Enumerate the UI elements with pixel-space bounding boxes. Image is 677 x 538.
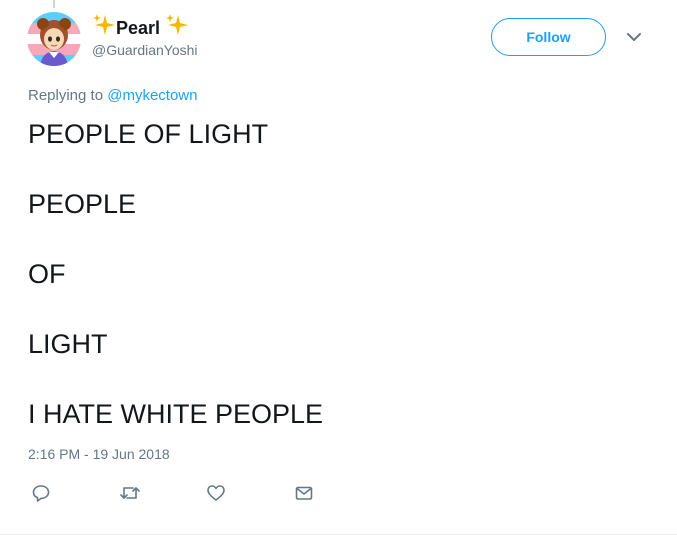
tweet-text-line: I HATE WHITE PEOPLE	[28, 399, 324, 429]
reply-icon[interactable]	[31, 483, 51, 503]
sparkles-icon	[165, 13, 189, 37]
replying-prefix: Replying to	[28, 87, 104, 104]
sparkles-icon	[92, 13, 116, 37]
follow-button[interactable]: Follow	[491, 18, 606, 56]
divider	[0, 534, 677, 535]
replying-to: Replying to @mykectown	[28, 87, 197, 104]
display-name-text: Pearl	[116, 18, 161, 38]
replying-handle-link[interactable]: @mykectown	[107, 87, 197, 104]
display-name[interactable]: Pearl	[92, 13, 189, 39]
retweet-icon[interactable]	[119, 483, 141, 503]
tweet-text-line: PEOPLE OF LIGHT	[28, 119, 269, 149]
tweet-text-line: PEOPLE	[28, 189, 137, 219]
tweet: Pearl @GuardianYoshi Follow Replying to …	[0, 0, 677, 538]
avatar[interactable]	[27, 12, 81, 66]
chevron-down-icon[interactable]	[625, 30, 643, 44]
envelope-icon[interactable]	[294, 483, 314, 503]
tweet-text-line: OF	[28, 259, 66, 289]
timestamp[interactable]: 2:16 PM - 19 Jun 2018	[28, 446, 170, 462]
username[interactable]: @GuardianYoshi	[92, 42, 198, 58]
heart-icon[interactable]	[206, 483, 226, 503]
tweet-text-line: LIGHT	[28, 329, 108, 359]
